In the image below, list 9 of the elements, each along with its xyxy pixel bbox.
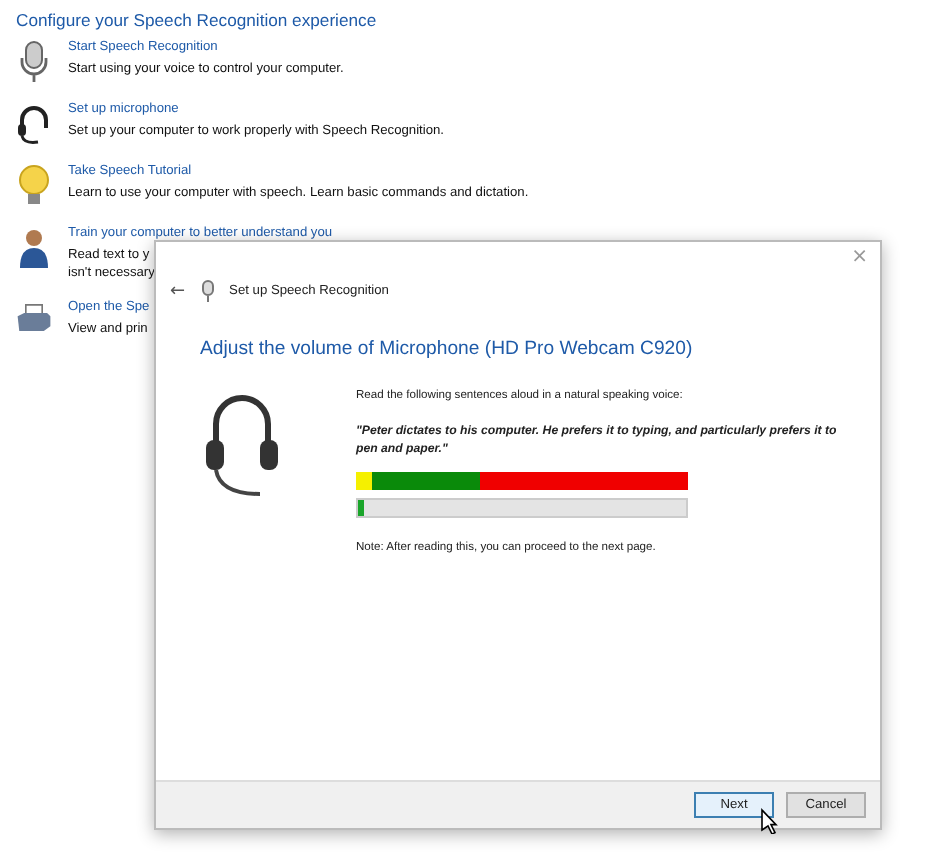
back-button[interactable]: ← bbox=[170, 281, 186, 301]
printer-icon bbox=[16, 300, 52, 336]
microphone-icon bbox=[20, 40, 48, 84]
headset-icon bbox=[16, 102, 52, 146]
microphone-icon bbox=[201, 280, 214, 302]
person-icon bbox=[18, 226, 50, 270]
page-title: Configure your Speech Recognition experience bbox=[16, 8, 379, 32]
light-bulb-icon bbox=[18, 164, 50, 208]
dialog-heading: Adjust the volume of Microphone (HD Pro Webcam C920) bbox=[200, 336, 693, 364]
